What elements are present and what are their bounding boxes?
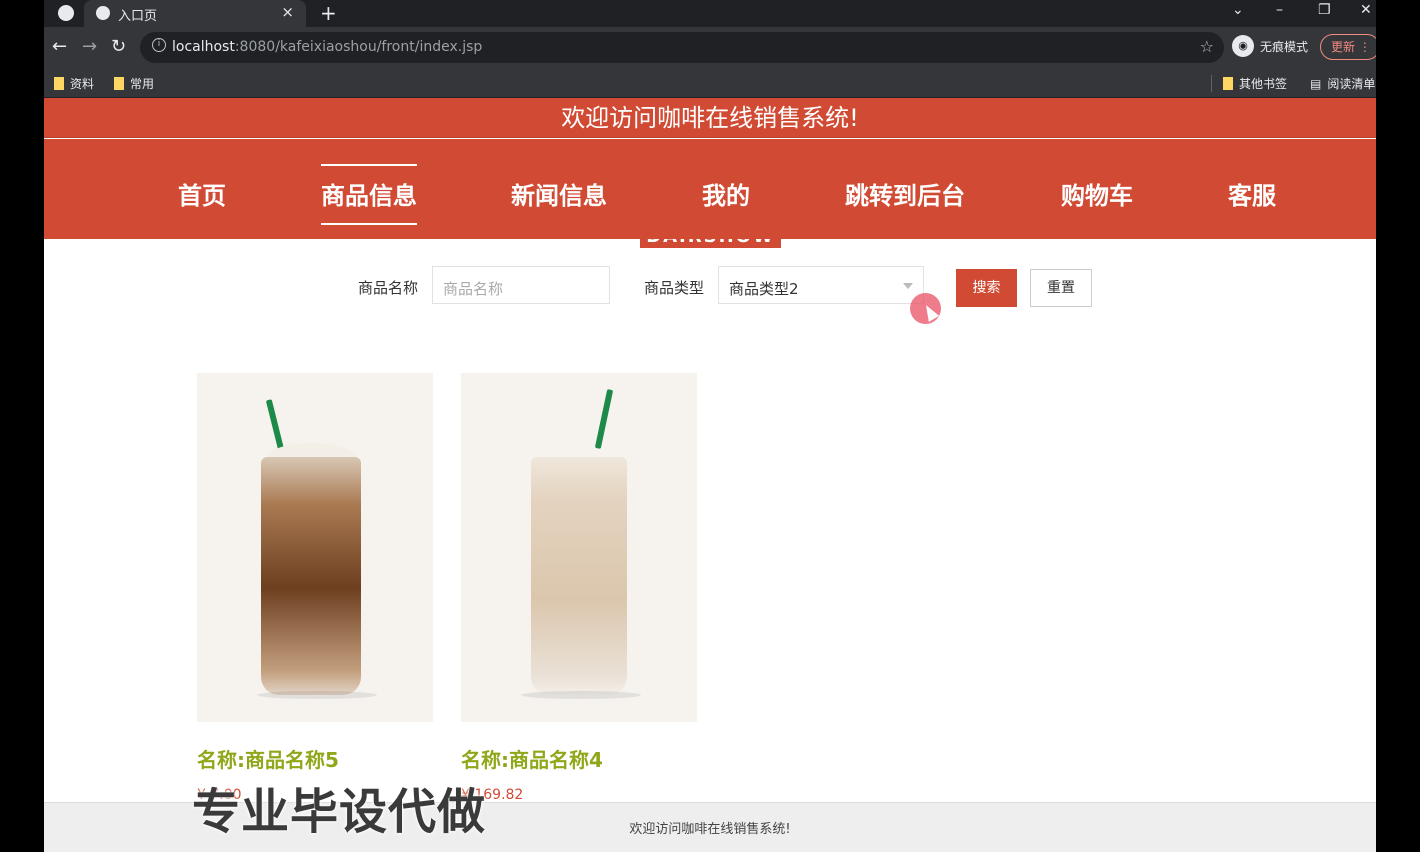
- close-window-button[interactable]: ✕: [1360, 2, 1372, 18]
- url-host: localhost: [172, 39, 235, 55]
- latte-glass-graphic: [531, 457, 627, 695]
- globe-icon: [96, 6, 110, 20]
- nav-cart[interactable]: 购物车: [1061, 176, 1133, 211]
- name-input[interactable]: 商品名称: [432, 266, 610, 304]
- bookmark-folder-changyong[interactable]: 常用: [114, 75, 154, 92]
- incognito-label: 无痕模式: [1260, 39, 1309, 54]
- globe-icon[interactable]: [58, 5, 74, 21]
- url-text: localhost:8080/kafeixiaoshou/front/index…: [172, 39, 482, 55]
- bookmark-divider: [1211, 75, 1212, 92]
- video-watermark: 专业毕设代做: [192, 784, 487, 840]
- other-bookmarks[interactable]: 其他书签: [1223, 75, 1287, 92]
- type-label: 商品类型: [644, 279, 705, 297]
- tab-strip: 入口页 × + ⌄ – ❐ ✕: [44, 0, 1376, 27]
- reading-list-label: 阅读清单: [1327, 77, 1376, 91]
- folder-icon: [54, 77, 64, 90]
- site-info-icon[interactable]: i: [152, 38, 166, 52]
- close-tab-icon[interactable]: ×: [281, 3, 294, 21]
- reset-button[interactable]: 重置: [1030, 269, 1092, 307]
- restore-button[interactable]: ❐: [1318, 2, 1331, 18]
- section-title-tab: DAIRSHOW: [640, 239, 781, 248]
- bookmark-star-icon[interactable]: ☆: [1200, 37, 1214, 56]
- folder-icon: [114, 77, 124, 90]
- glass-shadow: [257, 691, 377, 699]
- address-bar[interactable]: i localhost:8080/kafeixiaoshou/front/ind…: [140, 32, 1224, 63]
- type-select[interactable]: 商品类型2: [718, 266, 924, 304]
- bookmarks-bar: 资料 常用 其他书签 ▤ 阅读清单: [44, 69, 1376, 98]
- product-name[interactable]: 名称:商品名称4: [461, 744, 697, 773]
- nav-admin[interactable]: 跳转到后台: [845, 176, 965, 211]
- reading-list-icon: ▤: [1310, 76, 1322, 91]
- welcome-banner: 欢迎访问咖啡在线销售系统!: [44, 98, 1376, 138]
- reading-list[interactable]: ▤ 阅读清单: [1310, 75, 1375, 92]
- dropdown-caret-icon: [903, 283, 913, 289]
- bookmark-label: 资料: [70, 77, 95, 91]
- section-title: DAIRSHOW: [640, 239, 781, 247]
- bookmark-folder-ziliao[interactable]: 资料: [54, 75, 94, 92]
- other-bookmarks-label: 其他书签: [1239, 77, 1288, 91]
- url-path: :8080/kafeixiaoshou/front/index.jsp: [234, 39, 483, 55]
- product-image-iced-coffee[interactable]: [197, 373, 433, 722]
- search-button[interactable]: 搜索: [956, 269, 1017, 307]
- back-arrow-icon[interactable]: ←: [52, 36, 67, 57]
- toolbar: ← → ↻ i localhost:8080/kafeixiaoshou/fro…: [44, 27, 1376, 69]
- browser-tab[interactable]: 入口页 ×: [84, 0, 306, 27]
- product-name[interactable]: 名称:商品名称5: [197, 744, 433, 773]
- nav-home[interactable]: 首页: [178, 176, 226, 211]
- name-placeholder: 商品名称: [443, 280, 504, 298]
- update-label: 更新: [1331, 40, 1356, 54]
- tab-search-chevron-icon[interactable]: ⌄: [1232, 2, 1244, 18]
- straw-graphic: [594, 389, 614, 449]
- product-image-latte[interactable]: [461, 373, 697, 722]
- new-tab-button[interactable]: +: [320, 1, 337, 25]
- incognito-indicator[interactable]: ◉ 无痕模式: [1232, 35, 1308, 57]
- product-card[interactable]: 名称:商品名称4 ¥ 169.82: [461, 373, 697, 803]
- type-value: 商品类型2: [729, 280, 799, 298]
- main-nav: 首页 商品信息 新闻信息 我的 跳转到后台 购物车 客服: [44, 139, 1376, 239]
- update-button[interactable]: 更新 ⋮: [1320, 34, 1376, 60]
- forward-arrow-icon[interactable]: →: [82, 36, 97, 57]
- reload-icon[interactable]: ↻: [111, 36, 126, 57]
- folder-icon: [1223, 77, 1233, 90]
- browser-window: 入口页 × + ⌄ – ❐ ✕ ← → ↻ i localhost:8080/k…: [44, 0, 1376, 852]
- glass-shadow: [521, 691, 641, 699]
- product-price: ¥ 169.82: [461, 787, 524, 803]
- minimize-button[interactable]: –: [1276, 2, 1283, 18]
- bookmark-label: 常用: [130, 77, 155, 91]
- search-form: 商品名称 商品名称 商品类型 商品类型2 搜索 重置: [44, 266, 1376, 307]
- nav-news[interactable]: 新闻信息: [511, 176, 607, 211]
- name-label: 商品名称: [358, 279, 419, 297]
- incognito-icon: ◉: [1232, 35, 1254, 57]
- nav-service[interactable]: 客服: [1228, 176, 1276, 211]
- product-card[interactable]: 名称:商品名称5 ¥ 7.00: [197, 373, 433, 803]
- tab-title: 入口页: [118, 9, 158, 24]
- coffee-glass-graphic: [261, 457, 361, 695]
- nav-products[interactable]: 商品信息: [321, 164, 417, 225]
- nav-mine[interactable]: 我的: [702, 176, 750, 211]
